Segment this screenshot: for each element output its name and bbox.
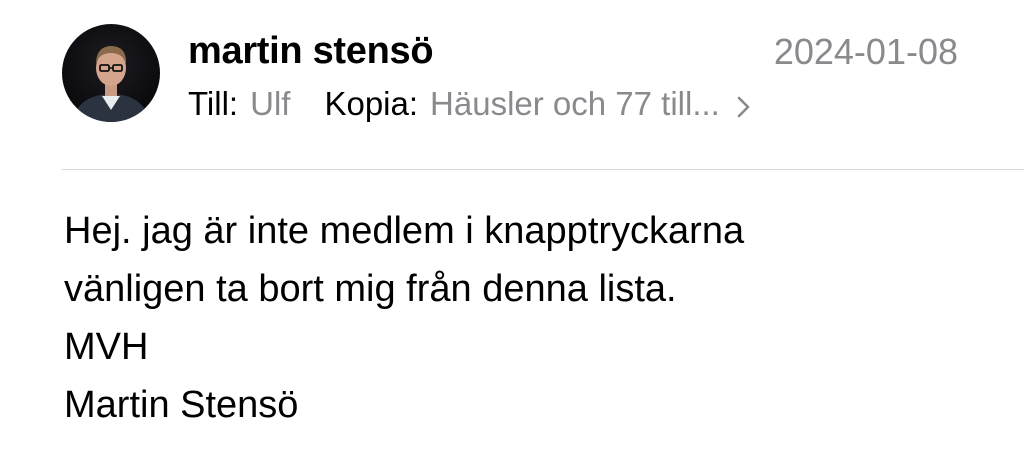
message-date: 2024-01-08	[773, 31, 958, 72]
header-divider	[62, 169, 1024, 170]
to-recipient[interactable]: Ulf	[250, 82, 290, 126]
body-line: Hej. jag är inte medlem i knapptryckarna	[64, 210, 745, 252]
body-line: MVH	[64, 326, 149, 368]
sender-name[interactable]: martin stensö	[188, 28, 434, 74]
chevron-right-icon[interactable]	[734, 89, 754, 119]
cc-recipients[interactable]: Häusler och 77 till...	[430, 82, 720, 126]
to-label: Till:	[188, 85, 239, 122]
message-body: Hej. jag är inte medlem i knapptryckarna…	[64, 202, 744, 434]
body-line: Martin Stensö	[64, 384, 299, 426]
avatar-photo	[72, 46, 150, 122]
cc-label: Kopia:	[324, 85, 419, 122]
sender-avatar[interactable]	[62, 24, 160, 122]
recipients-row[interactable]: Till: Ulf Kopia: Häusler och 77 till...	[188, 82, 754, 126]
message-header: martin stensö 2024-01-08 Till: Ulf Kopia…	[0, 0, 1024, 170]
body-line: vänligen ta bort mig från denna lista.	[64, 268, 677, 310]
